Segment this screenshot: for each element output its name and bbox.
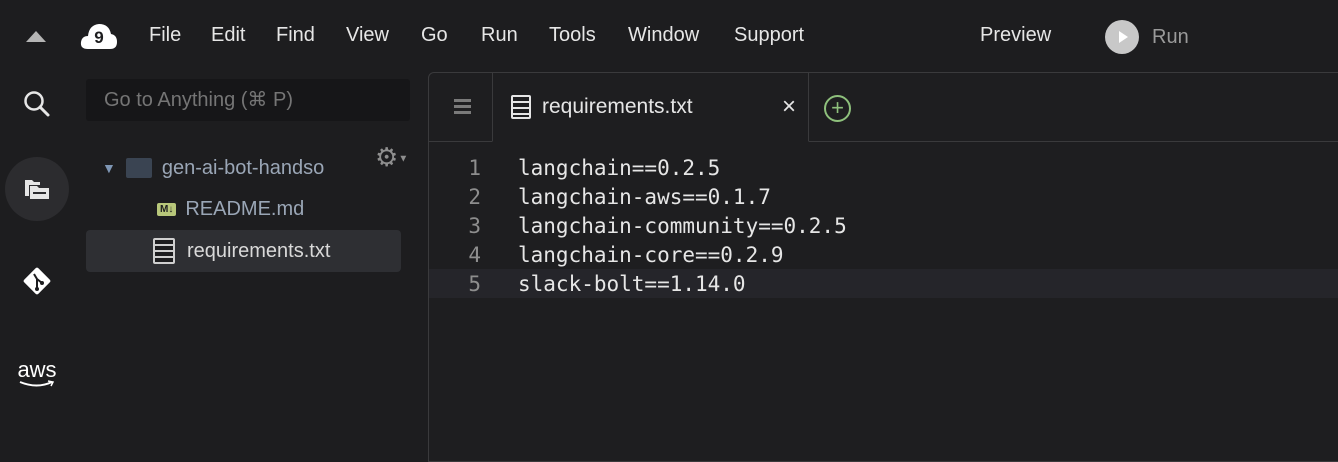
folder-label: gen-ai-bot-handso bbox=[161, 156, 325, 179]
menu-view[interactable]: View bbox=[346, 24, 389, 47]
line-text: langchain==0.2.5 bbox=[518, 155, 721, 180]
run-button[interactable]: Run bbox=[1105, 20, 1189, 54]
menu-find[interactable]: Find bbox=[276, 24, 315, 47]
new-tab-plus-icon[interactable]: + bbox=[824, 95, 851, 122]
line-number: 2 bbox=[468, 184, 481, 209]
line-text: langchain-core==0.2.9 bbox=[518, 242, 784, 267]
text-file-icon bbox=[511, 95, 531, 119]
code-line: 4 langchain-core==0.2.9 bbox=[429, 240, 1338, 269]
go-to-anything-input[interactable] bbox=[86, 79, 410, 121]
line-text: langchain-community==0.2.5 bbox=[518, 213, 847, 238]
svg-text:9: 9 bbox=[94, 28, 103, 47]
menu-go[interactable]: Go bbox=[421, 24, 448, 47]
tab-bar: requirements.txt × + bbox=[429, 73, 1338, 142]
preview-button[interactable]: Preview bbox=[980, 24, 1051, 47]
chevron-down-icon[interactable]: ▼ bbox=[102, 160, 116, 176]
file-row-readme[interactable]: M↓ README.md bbox=[86, 188, 401, 230]
folder-icon bbox=[125, 158, 152, 178]
line-number: 5 bbox=[468, 271, 481, 296]
code-area[interactable]: 1 langchain==0.2.5 2 langchain-aws==0.1.7 … bbox=[429, 153, 1338, 298]
line-text: slack-bolt==1.14.0 bbox=[518, 271, 746, 296]
close-tab-icon[interactable]: × bbox=[782, 93, 796, 121]
file-row-requirements[interactable]: requirements.txt bbox=[86, 230, 401, 272]
source-control-git-icon[interactable] bbox=[5, 249, 69, 313]
search-icon[interactable] bbox=[5, 72, 69, 136]
collapse-menu-icon[interactable] bbox=[26, 31, 46, 42]
environment-files-icon[interactable] bbox=[5, 157, 69, 221]
folder-row[interactable]: ▼ gen-ai-bot-handso bbox=[86, 147, 401, 189]
line-number: 3 bbox=[468, 213, 481, 238]
file-label: README.md bbox=[185, 197, 305, 220]
menu-tools[interactable]: Tools bbox=[549, 24, 596, 47]
code-line-active: 5 slack-bolt==1.14.0 bbox=[429, 269, 1338, 298]
aws-label: aws bbox=[17, 357, 57, 382]
code-line: 3 langchain-community==0.2.5 bbox=[429, 211, 1338, 240]
menu-window[interactable]: Window bbox=[628, 24, 699, 47]
aws-toolkit-icon[interactable]: aws bbox=[5, 342, 69, 406]
menu-run[interactable]: Run bbox=[481, 24, 518, 47]
line-number: 1 bbox=[468, 155, 481, 180]
run-label: Run bbox=[1152, 25, 1189, 48]
editor-pane: requirements.txt × + 1 langchain==0.2.5 2… bbox=[428, 72, 1338, 462]
menu-edit[interactable]: Edit bbox=[211, 24, 245, 47]
text-file-icon bbox=[153, 238, 175, 264]
hamburger-menu-icon[interactable] bbox=[454, 99, 471, 114]
menu-support[interactable]: Support bbox=[734, 24, 804, 47]
menu-file[interactable]: File bbox=[149, 24, 181, 47]
tab-requirements[interactable]: requirements.txt × bbox=[492, 73, 809, 142]
menu-bar: 9 File Edit Find View Go Run Tools Windo… bbox=[0, 0, 1338, 72]
file-label: requirements.txt bbox=[187, 239, 331, 262]
cloud9-logo-icon[interactable]: 9 bbox=[80, 22, 118, 50]
code-line: 2 langchain-aws==0.1.7 bbox=[429, 182, 1338, 211]
line-text: langchain-aws==0.1.7 bbox=[518, 184, 771, 209]
tab-label: requirements.txt bbox=[542, 95, 693, 118]
code-line: 1 langchain==0.2.5 bbox=[429, 153, 1338, 182]
play-icon bbox=[1105, 20, 1139, 54]
line-number: 4 bbox=[468, 242, 481, 267]
markdown-icon: M↓ bbox=[157, 202, 177, 216]
